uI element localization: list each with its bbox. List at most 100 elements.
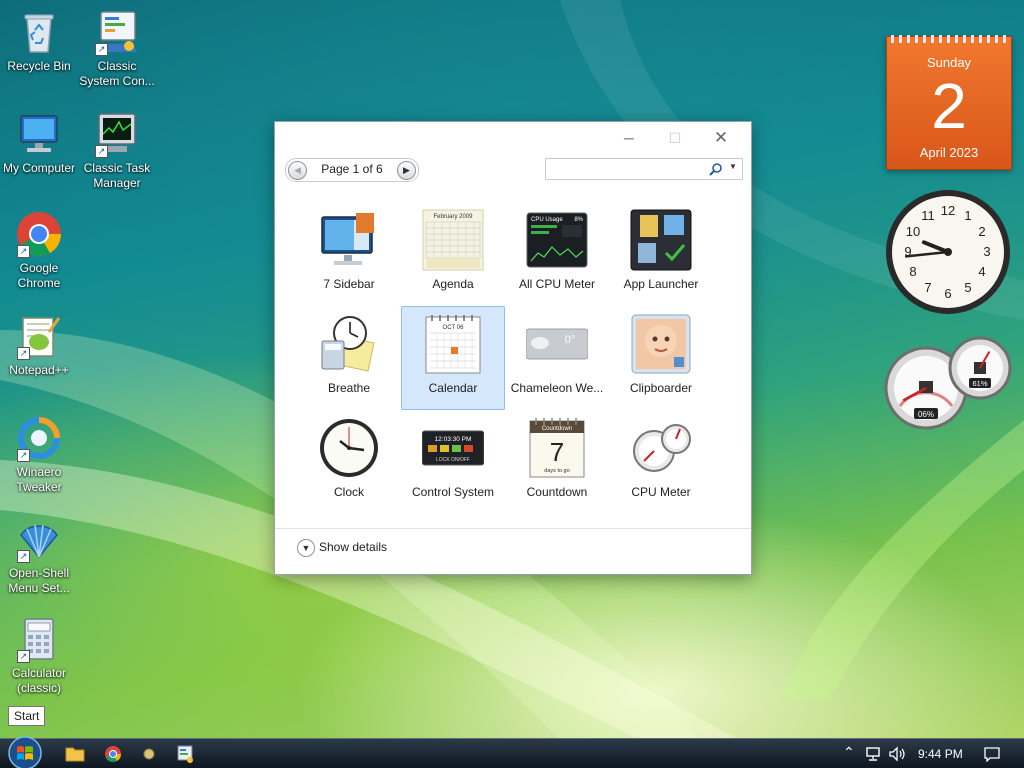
weather-temp: 0° [565, 334, 576, 346]
page-navigator: ◀ Page 1 of 6 ▶ [285, 158, 419, 182]
taskbar-chrome[interactable] [98, 742, 128, 766]
taskbar: ⌃ 9:44 PM [0, 735, 1024, 768]
gadget-tile-chameleon-weather[interactable]: 0° Chameleon We... [505, 306, 609, 410]
notepad-plus-plus-icon: ↗ [15, 312, 63, 360]
show-hidden-icons-button[interactable]: ⌃ [843, 744, 855, 761]
gadget-name: All CPU Meter [518, 277, 595, 291]
recycle-bin-icon [15, 8, 63, 56]
gadget-search-box: ▼ [545, 158, 743, 180]
gadget-tile-app-launcher[interactable]: App Launcher [609, 202, 713, 306]
desktop-icon-notepad-plus-plus[interactable]: ↗ Notepad++ [0, 312, 78, 378]
notification-center-icon[interactable] [983, 746, 1001, 762]
start-button[interactable] [7, 735, 43, 768]
monitor-icon [318, 209, 380, 271]
svg-text:1: 1 [964, 208, 971, 223]
calendar-rings [891, 35, 1007, 43]
chrome-icon [105, 746, 122, 763]
chrome-icon: ↗ [15, 210, 63, 258]
maximize-button[interactable]: ☐ [655, 126, 695, 150]
desktop-icon-calculator-classic[interactable]: ↗ Calculator (classic) [0, 615, 78, 696]
calendar-thumb-month: OCT 06 [443, 325, 465, 331]
gadget-tile-breathe[interactable]: Breathe [297, 306, 401, 410]
control-panel-icon: ↗ [93, 8, 141, 56]
task-manager-icon: ↗ [93, 110, 141, 158]
calendar-gadget[interactable]: Sunday 2 April 2023 [886, 35, 1012, 170]
desktop-icon-label: Calculator (classic) [11, 666, 67, 695]
clock-gadget[interactable]: 12 123 4567 891011 [884, 188, 1012, 316]
shortcut-arrow-icon: ↗ [17, 245, 30, 258]
chevron-up-icon: ⌃ [843, 744, 855, 760]
desktop-icon-google-chrome[interactable]: ↗ Google Chrome [0, 210, 78, 291]
windows-orb-icon [8, 736, 42, 768]
desktop: Recycle Bin ↗ Classic System Con... My C… [0, 0, 1024, 768]
desktop-icon-classic-system-control[interactable]: ↗ Classic System Con... [78, 8, 156, 89]
gadget-tile-agenda[interactable]: February 2009 Agenda [401, 202, 505, 306]
computer-icon [15, 110, 63, 158]
search-dropdown-button[interactable]: ▼ [729, 162, 737, 171]
gadget-tile-control-system[interactable]: 12:03:30 PM LOCK ON/OFF Control System [401, 410, 505, 514]
desktop-icon-label: Google Chrome [17, 261, 61, 290]
shortcut-arrow-icon: ↗ [17, 347, 30, 360]
start-tooltip: Start [8, 706, 46, 726]
desktop-icon-recycle-bin[interactable]: Recycle Bin [0, 8, 78, 74]
agenda-month-text: February 2009 [433, 214, 473, 220]
search-icon[interactable] [709, 162, 723, 176]
desktop-icon-open-shell-settings[interactable]: ↗ Open-Shell Menu Set... [0, 515, 78, 596]
desktop-icon-label: Open-Shell Menu Set... [8, 566, 70, 595]
shortcut-arrow-icon: ↗ [17, 650, 30, 663]
taskbar-file-explorer[interactable] [60, 742, 90, 766]
gadget-tile-countdown[interactable]: Countdown 7 days to go Countdown [505, 410, 609, 514]
countdown-sub: days to go [544, 468, 569, 474]
gadget-tile-7-sidebar[interactable]: 7 Sidebar [297, 202, 401, 306]
gadget-tile-clipboarder[interactable]: Clipboarder [609, 306, 713, 410]
gadget-name: Calendar [428, 381, 478, 395]
desktop-icon-winaero-tweaker[interactable]: ↗ Winaero Tweaker [0, 414, 78, 495]
svg-text:2: 2 [978, 224, 985, 239]
countdown-number: 7 [550, 437, 564, 467]
minimize-icon: ─ [624, 130, 634, 146]
svg-text:6: 6 [944, 286, 951, 301]
clock-icon [318, 417, 380, 479]
window-divider [275, 528, 751, 529]
folder-icon [65, 747, 85, 762]
gadget-tile-calendar[interactable]: OCT 06 Calendar [401, 306, 505, 410]
gadget-name: Clock [333, 485, 364, 499]
minimize-button[interactable]: ─ [609, 126, 649, 150]
calendar-icon: OCT 06 [422, 313, 484, 375]
gadget-name: Clipboarder [629, 381, 693, 395]
chevron-right-icon: ▶ [403, 165, 410, 175]
next-page-button[interactable]: ▶ [397, 161, 416, 180]
gadget-name: Breathe [327, 381, 371, 395]
close-button[interactable]: ✕ [701, 126, 741, 150]
gadget-tile-all-cpu-meter[interactable]: CPU Usage 8% All CPU Meter [505, 202, 609, 306]
volume-icon[interactable] [888, 746, 906, 762]
network-icon[interactable] [865, 746, 883, 762]
cpu-percent-text: 06% [918, 410, 934, 419]
svg-text:10: 10 [906, 224, 920, 239]
desktop-icon-my-computer[interactable]: My Computer [0, 110, 78, 176]
show-details-toggle[interactable]: ▼ Show details [297, 539, 387, 559]
calendar-day: 2 [931, 70, 967, 142]
svg-text:8: 8 [909, 264, 916, 279]
gadget-name: 7 Sidebar [323, 277, 375, 291]
cpu-meter-gadget[interactable]: 06% 61% [884, 336, 1014, 432]
gadget-name: CPU Meter [631, 485, 691, 499]
app-launcher-icon [630, 209, 692, 271]
open-shell-icon: ↗ [15, 515, 63, 563]
gadget-tile-clock[interactable]: Clock [297, 410, 401, 514]
taskbar-clock[interactable]: 9:44 PM [918, 747, 963, 761]
agenda-calendar-icon: February 2009 [422, 209, 484, 271]
gadget-tile-cpu-meter[interactable]: CPU Meter [609, 410, 713, 514]
cpu-usage-percent: 8% [574, 217, 583, 223]
desktop-icon-classic-task-manager[interactable]: ↗ Classic Task Manager [78, 110, 156, 191]
gadgets-icon [143, 748, 155, 760]
shortcut-arrow-icon: ↗ [95, 145, 108, 158]
gadget-search-input[interactable] [550, 160, 704, 178]
show-details-label: Show details [319, 540, 388, 555]
breathe-icon [318, 313, 380, 375]
taskbar-control-panel[interactable] [170, 742, 200, 766]
desktop-icon-label: Notepad++ [9, 363, 69, 377]
clipboarder-icon [630, 313, 692, 375]
taskbar-gadgets[interactable] [134, 742, 164, 766]
desktop-icon-label: Winaero Tweaker [16, 465, 62, 494]
